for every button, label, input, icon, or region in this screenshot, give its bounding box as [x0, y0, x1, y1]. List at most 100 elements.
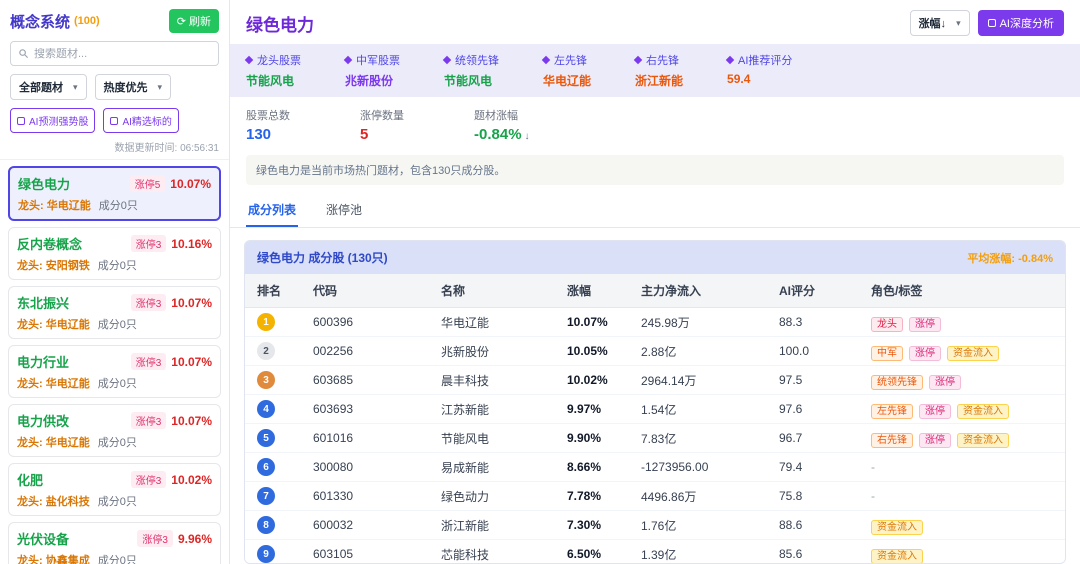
tag-icon [343, 55, 353, 65]
sidebar-header: 概念系统 (100) ⟳ 刷新 [0, 0, 229, 39]
limit-up-badge: 涨停3 [130, 235, 167, 252]
concept-name: 光伏设备 [17, 532, 70, 547]
stock-inflow: 1.39亿 [641, 547, 677, 562]
ai-analyze-button[interactable]: AI深度分析 [977, 10, 1064, 36]
refresh-button[interactable]: ⟳ 刷新 [168, 9, 219, 33]
concept-card[interactable]: 东北振兴 涨停3 10.07% 龙头: 华电辽能 成分0只 [8, 286, 221, 339]
ai-select-label: AI精选标的 [122, 117, 172, 128]
concept-member-count: 成分0只 [97, 437, 137, 449]
role-badge: 中军 [871, 345, 903, 361]
role-badge: 涨停 [919, 403, 951, 419]
change-sort-select[interactable]: 涨幅↓ ▾ [909, 10, 970, 36]
concept-card[interactable]: 电力供改 涨停3 10.07% 龙头: 华电辽能 成分0只 [8, 404, 221, 457]
stock-change: 10.02% [567, 373, 608, 387]
stock-ai-score: 97.6 [779, 402, 803, 416]
stock-name: 绿色动力 [441, 489, 490, 504]
tab-limit-up-pool[interactable]: 涨停池 [324, 193, 364, 227]
tag-label: 中军股票 [356, 55, 400, 67]
tag-icon [244, 55, 254, 65]
stock-name: 浙江新能 [441, 518, 490, 533]
empty-tag: - [871, 489, 875, 503]
concept-change: 10.07% [171, 295, 212, 310]
concept-name: 绿色电力 [18, 177, 71, 192]
tag-icon [725, 55, 735, 65]
stock-ai-score: 88.6 [779, 518, 803, 532]
concept-card[interactable]: 化肥 涨停3 10.02% 龙头: 盐化科技 成分0只 [8, 463, 221, 516]
table-row[interactable]: 5 601016 节能风电 9.90% 7.83亿 96.7 右先锋 涨停 资金流入 [245, 424, 1065, 453]
table-row[interactable]: 4 603693 江苏新能 9.97% 1.54亿 97.6 左先锋 涨停 资金流入 [245, 395, 1065, 424]
stock-tags: 统领先锋 涨停 [871, 373, 1053, 390]
limit-up-badge: 涨停3 [130, 294, 167, 311]
sort-mode-select[interactable]: 热度优先 ▾ [94, 74, 172, 100]
stock-inflow: 4496.86万 [641, 489, 697, 504]
sidebar-filters: 全部题材 ▾ 热度优先 ▾ [10, 74, 219, 100]
table-row[interactable]: 8 600032 浙江新能 7.30% 1.76亿 88.6 资金流入 [245, 511, 1065, 540]
tab-constituent-list[interactable]: 成分列表 [246, 193, 299, 227]
table-row[interactable]: 6 300080 易成新能 8.66% -1273956.00 79.4 - [245, 453, 1065, 482]
stock-ai-score: 96.7 [779, 431, 803, 445]
stock-ai-score: 85.6 [779, 547, 803, 561]
role-badge: 资金流入 [957, 432, 1009, 448]
rank-badge: 4 [257, 400, 275, 418]
concept-card[interactable]: 电力行业 涨停3 10.07% 龙头: 华电辽能 成分0只 [8, 345, 221, 398]
stat: 题材涨幅 -0.84% ↓ [474, 107, 530, 143]
column-header: 主力净流入 [641, 284, 702, 298]
table-row[interactable]: 7 601330 绿色动力 7.78% 4496.86万 75.8 - [245, 482, 1065, 511]
rank-badge: 3 [257, 371, 275, 389]
concept-card[interactable]: 绿色电力 涨停5 10.07% 龙头: 华电辽能 成分0只 [8, 166, 221, 221]
stock-change: 10.05% [567, 344, 608, 358]
stock-change: 7.78% [567, 489, 602, 503]
tag-value[interactable]: 兆新股份 [345, 72, 400, 89]
concept-name: 电力供改 [17, 414, 70, 429]
ai-select-button[interactable]: AI精选标的 [103, 108, 179, 133]
concept-member-count: 成分0只 [97, 496, 137, 508]
stock-name: 江苏新能 [441, 402, 490, 417]
concept-name: 化肥 [17, 473, 44, 488]
search-input[interactable] [34, 47, 211, 60]
stock-name: 华电辽能 [441, 315, 490, 330]
tag-value[interactable]: 节能风电 [246, 72, 301, 89]
concept-list: 绿色电力 涨停5 10.07% 龙头: 华电辽能 成分0只 反内卷概念 涨停3 … [0, 160, 229, 564]
stock-code: 601330 [313, 489, 354, 503]
concept-leader: 龙头: 华电辽能 [18, 200, 91, 212]
scope-select[interactable]: 全部题材 ▾ [10, 74, 87, 100]
concept-change: 10.02% [171, 472, 212, 487]
chevron-down-icon: ▾ [956, 17, 961, 28]
stock-tags: 资金流入 [871, 547, 1053, 563]
stock-name: 晨丰科技 [441, 373, 490, 388]
sort-mode-value: 热度优先 [103, 82, 148, 94]
concept-name: 东北振兴 [17, 296, 70, 311]
tag-value[interactable]: 浙江新能 [635, 72, 683, 89]
ai-predict-label: AI预测强势股 [29, 117, 89, 128]
concept-card[interactable]: 反内卷概念 涨停3 10.16% 龙头: 安阳钢铁 成分0只 [8, 227, 221, 280]
table-body: 1 600396 华电辽能 10.07% 245.98万 88.3 龙头 涨停 2… [245, 308, 1065, 563]
concept-change: 10.16% [171, 236, 212, 251]
table-row[interactable]: 3 603685 晨丰科技 10.02% 2964.14万 97.5 统领先锋涨… [245, 366, 1065, 395]
limit-up-badge: 涨停5 [129, 175, 166, 192]
concept-member-count: 成分0只 [98, 200, 138, 212]
ai-predict-button[interactable]: AI预测强势股 [10, 108, 96, 133]
table-row[interactable]: 9 603105 芯能科技 6.50% 1.39亿 85.6 资金流入 [245, 540, 1065, 563]
role-tag: 中军股票 兆新股份 [343, 52, 400, 89]
column-header: 代码 [313, 284, 338, 298]
tag-value[interactable]: 华电辽能 [543, 72, 591, 89]
concept-card[interactable]: 光伏设备 涨停3 9.96% 龙头: 协鑫集成 成分0只 [8, 522, 221, 564]
table-row[interactable]: 1 600396 华电辽能 10.07% 245.98万 88.3 龙头 涨停 [245, 308, 1065, 337]
sidebar-ai-buttons: AI预测强势股 AI精选标的 [10, 108, 219, 133]
sidebar: 概念系统 (100) ⟳刷新 全部题材 ▾ 热度优先 ▾ AI预测强势股 AI精选标… [0, 0, 230, 564]
tag-value[interactable]: 59.4 [727, 72, 792, 86]
panel-header: 绿色电力 成分股 (130只) 平均涨幅: -0.84% [245, 241, 1065, 274]
stat: 股票总数 130 [246, 107, 290, 143]
table-row[interactable]: 2 002256 兆新股份 10.05% 2.88亿 100.0 中军 涨停 资金流… [245, 337, 1065, 366]
tag-value[interactable]: 节能风电 [444, 72, 499, 89]
tag-label: 右先锋 [646, 55, 680, 67]
concept-leader: 龙头: 盐化科技 [17, 496, 90, 508]
stock-name: 节能风电 [441, 431, 490, 446]
concept-change: 9.96% [177, 531, 212, 546]
page-title: 绿色电力 [246, 15, 314, 35]
tag-icon [442, 55, 452, 65]
limit-up-badge: 涨停3 [130, 471, 167, 488]
concept-leader: 龙头: 华电辽能 [17, 437, 90, 449]
rank-badge: 2 [257, 342, 275, 360]
stock-code: 603685 [313, 373, 354, 387]
